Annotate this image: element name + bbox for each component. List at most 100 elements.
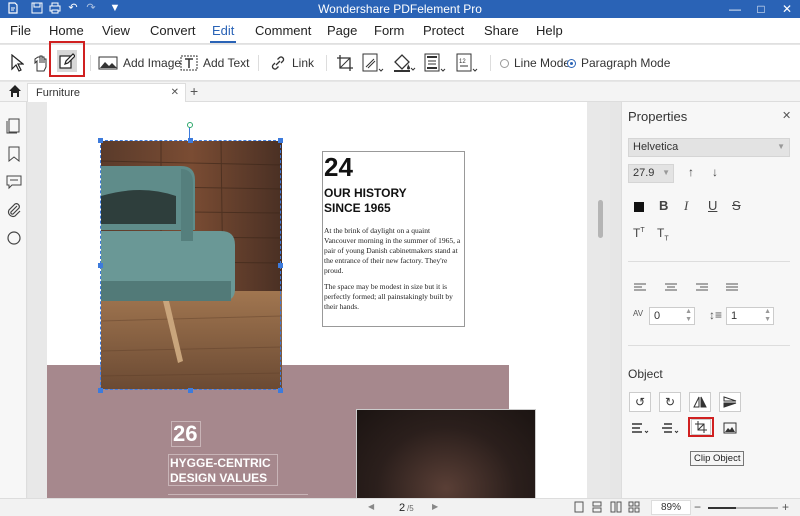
menu-home[interactable]: Home [49,23,84,38]
spinner-icon[interactable]: ▲ ▼ [685,308,692,324]
line-mode-label: Line Mode [514,56,571,70]
resize-handle-b[interactable] [188,388,193,393]
zoom-level[interactable]: 89% [651,500,691,515]
resize-handle-t[interactable] [188,138,193,143]
menu-page[interactable]: Page [327,23,357,38]
underline-icon[interactable]: U [708,198,717,213]
resize-handle-bl[interactable] [98,388,103,393]
toolbar-separator [326,55,327,71]
current-page[interactable]: 2 [399,502,405,514]
hand-tool-button[interactable] [33,51,49,75]
background-button[interactable] [392,51,416,75]
character-spacing-input[interactable]: 0 ▲ ▼ [649,307,695,325]
paragraph-mode-radio-circle[interactable] [567,58,576,68]
line-spacing-icon: ↕≡ [709,308,723,322]
two-page-view-icon[interactable] [610,501,622,516]
single-page-view-icon[interactable] [574,501,584,516]
number-26-box[interactable]: 26 [171,421,201,447]
add-image-button[interactable]: Add Image [98,51,181,75]
align-object-button[interactable] [629,418,651,438]
rotate-left-button[interactable]: ↺ [629,392,651,412]
menu-edit[interactable]: Edit [209,23,237,43]
justify-icon[interactable] [726,282,738,296]
menu-view[interactable]: View [102,23,130,38]
bold-icon[interactable]: B [659,198,668,213]
close-window-icon[interactable]: ✕ [774,1,800,17]
replace-image-button[interactable] [719,418,741,438]
design-values-heading: HYGGE-CENTRIC DESIGN VALUES [170,456,271,485]
home-icon[interactable] [8,84,22,101]
bookmark-icon[interactable] [6,146,22,163]
continuous-view-icon[interactable] [592,501,602,516]
comment-icon[interactable] [6,174,22,190]
distribute-object-button[interactable] [659,418,681,438]
image-selection-box[interactable] [100,140,281,390]
edit-text-image-button[interactable] [57,50,77,72]
menu-help[interactable]: Help [536,23,563,38]
header-footer-button[interactable] [424,51,446,75]
close-properties-icon[interactable]: ✕ [782,109,791,122]
new-tab-icon[interactable]: + [190,83,198,99]
resize-handle-br[interactable] [278,388,283,393]
resize-handle-l[interactable] [98,263,103,268]
select-tool-button[interactable] [10,51,24,75]
close-tab-icon[interactable]: ✕ [171,87,179,98]
subscript-icon[interactable]: TT [657,226,669,242]
menu-form[interactable]: Form [374,23,404,38]
maximize-icon[interactable]: □ [748,1,774,17]
minimize-icon[interactable]: — [722,1,748,17]
crop-button[interactable] [336,51,354,75]
resize-handle-tr[interactable] [278,138,283,143]
add-text-button[interactable]: Add Text [180,51,249,75]
spinner-icon[interactable]: ▲ ▼ [764,308,771,324]
italic-icon[interactable]: I [684,198,688,214]
design-values-box[interactable]: HYGGE-CENTRIC DESIGN VALUES [168,454,278,486]
cursor-icon [11,54,24,72]
crop-icon [695,421,707,433]
dark-lamp-photo[interactable] [356,409,536,498]
font-family-select[interactable]: Helvetica ▼ [628,138,790,157]
attachment-icon[interactable] [6,202,22,218]
history-text-block[interactable]: 24 OUR HISTORY SINCE 1965 At the brink o… [322,151,465,327]
watermark-button[interactable] [362,51,384,75]
two-page-continuous-icon[interactable] [628,501,640,516]
font-size-value: 27.9 [633,167,655,179]
line-mode-radio[interactable]: Line Mode [500,51,570,75]
decrease-font-size-icon[interactable]: ↓ [712,165,718,179]
menu-convert[interactable]: Convert [150,23,196,38]
menu-share[interactable]: Share [484,23,519,38]
bates-number-button[interactable]: 12 [456,51,478,75]
previous-page-icon[interactable]: ◀ [368,502,374,511]
align-left-icon[interactable] [634,282,646,296]
resize-handle-r[interactable] [278,263,283,268]
line-spacing-input[interactable]: 1 ▲ ▼ [726,307,774,325]
rotate-right-button[interactable]: ↻ [659,392,681,412]
zoom-out-icon[interactable]: − [694,500,701,514]
font-color-swatch[interactable] [634,202,644,212]
superscript-icon[interactable]: TT [633,226,645,240]
increase-font-size-icon[interactable]: ↑ [688,165,694,179]
flip-vertical-button[interactable] [719,392,741,412]
menu-comment[interactable]: Comment [255,23,311,38]
rotation-handle[interactable] [187,122,193,128]
menu-file[interactable]: File [10,23,31,38]
align-center-icon[interactable] [665,282,677,296]
next-page-icon[interactable]: ▶ [432,502,438,511]
clip-object-button[interactable] [691,419,711,435]
resize-handle-tl[interactable] [98,138,103,143]
font-size-select[interactable]: 27.9 ▼ [628,164,674,183]
paragraph-mode-radio[interactable]: Paragraph Mode [567,51,670,75]
thumbnails-icon[interactable] [6,118,22,134]
strikethrough-icon[interactable]: S [732,198,741,213]
tab-furniture[interactable]: Furniture ✕ [27,83,186,102]
align-right-icon[interactable] [696,282,708,296]
chevron-down-icon: ▼ [777,142,785,151]
flip-horizontal-button[interactable] [689,392,711,412]
divider [628,261,790,262]
vertical-scrollbar-thumb[interactable] [598,200,603,238]
link-button[interactable]: Link [270,51,314,75]
zoom-in-icon[interactable]: + [782,500,789,514]
line-mode-radio-circle[interactable] [500,58,509,68]
search-icon[interactable] [6,230,22,246]
menu-protect[interactable]: Protect [423,23,464,38]
